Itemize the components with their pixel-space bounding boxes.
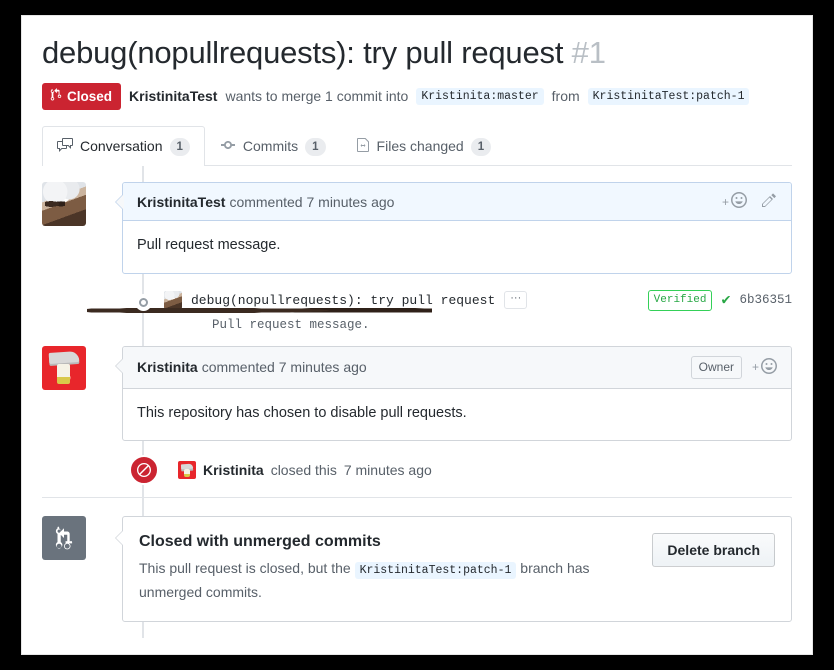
- commit-meta: Verified ✔ 6b36351: [636, 290, 792, 311]
- comment-action: commented: [201, 359, 275, 376]
- avatar[interactable]: [42, 345, 86, 390]
- pull-request-closed-icon: [50, 88, 62, 105]
- avatar-column: [42, 345, 104, 390]
- tab-conversation-label: Conversation: [80, 138, 163, 155]
- tab-files-changed-count: 1: [470, 137, 492, 156]
- git-commit-icon: [220, 137, 236, 157]
- comment-header: KristinitaTest commented 7 minutes ago +: [123, 183, 791, 222]
- plus-label: +: [721, 194, 729, 209]
- base-branch-chip[interactable]: Kristinita:master: [416, 87, 544, 105]
- tab-conversation[interactable]: Conversation 1: [42, 125, 205, 167]
- head-branch-chip[interactable]: KristinitaTest:patch-1: [587, 87, 750, 105]
- tab-files-changed-label: Files changed: [376, 138, 464, 155]
- closed-event-action: closed this: [270, 462, 337, 479]
- merge-status-row: Closed with unmerged commits This pull r…: [42, 516, 792, 638]
- commit-main: debug(nopullrequests): try pull request …: [164, 290, 792, 332]
- pr-title-text: debug(nopullrequests): try pull request: [42, 35, 564, 70]
- tab-conversation-count: 1: [169, 137, 190, 156]
- merge-branch-chip: KristinitaTest:patch-1: [354, 562, 517, 580]
- smiley-icon: [761, 357, 777, 377]
- merge-desc-before: This pull request is closed, but the: [139, 560, 351, 577]
- author-association-badge: Owner: [690, 355, 742, 379]
- timeline-comment-2: Kristinita commented 7 minutes ago Owner…: [42, 345, 792, 442]
- pr-timeline: KristinitaTest commented 7 minutes ago +: [42, 166, 792, 639]
- edit-comment-button[interactable]: [761, 192, 777, 211]
- timeline-comment-1: KristinitaTest commented 7 minutes ago +: [42, 182, 792, 275]
- pencil-icon: [761, 192, 777, 211]
- merge-status-description: This pull request is closed, but the Kri…: [139, 557, 636, 603]
- commit-body: Pull request message.: [212, 317, 370, 332]
- status-badge: Closed: [42, 83, 122, 110]
- verified-badge[interactable]: Verified: [647, 290, 713, 311]
- status-badge-label: Closed: [67, 88, 113, 104]
- merge-description-1: wants to merge 1 commit into: [225, 88, 409, 105]
- tab-commits-label: Commits: [242, 138, 299, 155]
- comment-timestamp: 7 minutes ago: [278, 359, 367, 376]
- comment-bubble: Kristinita commented 7 minutes ago Owner…: [115, 345, 792, 442]
- merge-status-text: Closed with unmerged commits This pull r…: [139, 533, 652, 603]
- browser-content-frame: debug(nopullrequests): try pull request …: [22, 16, 812, 654]
- pr-author-link[interactable]: KristinitaTest: [129, 88, 217, 104]
- timeline-closed-event: Kristinita closed this 7 minutes ago: [42, 455, 792, 486]
- smiley-icon: [731, 192, 747, 211]
- comment-body: This repository has chosen to disable pu…: [137, 404, 467, 421]
- git-pull-request-icon: [42, 516, 86, 561]
- comment-action: commented: [229, 193, 303, 210]
- comment-body: Pull request message.: [137, 237, 281, 254]
- closed-event-text: Kristinita closed this 7 minutes ago: [178, 461, 432, 480]
- circle-slash-icon: [129, 455, 159, 486]
- pr-number: #1: [571, 35, 606, 70]
- closed-by-user-link[interactable]: Kristinita: [203, 462, 264, 478]
- page-title: debug(nopullrequests): try pull request …: [42, 34, 792, 71]
- plus-label: +: [751, 360, 759, 375]
- commit-sha-link[interactable]: 6b36351: [739, 293, 792, 307]
- add-reaction-button[interactable]: +: [751, 357, 777, 377]
- merge-icon-column: [42, 516, 104, 561]
- avatar-column: [42, 182, 104, 227]
- comment-author-link[interactable]: Kristinita: [137, 359, 198, 375]
- comment-bubble: KristinitaTest commented 7 minutes ago +: [115, 182, 792, 275]
- pull-request-page: debug(nopullrequests): try pull request …: [22, 16, 812, 639]
- delete-branch-button[interactable]: Delete branch: [652, 533, 775, 568]
- check-icon: ✔: [721, 291, 731, 309]
- pr-state-line: Closed KristinitaTest wants to merge 1 c…: [42, 83, 792, 110]
- timeline-divider: [42, 497, 792, 499]
- comment-header: Kristinita commented 7 minutes ago Owner…: [123, 346, 791, 389]
- pr-tabnav: Conversation 1 Commits 1 Files changed 1: [42, 125, 792, 167]
- timeline-commit-row: debug(nopullrequests): try pull request …: [42, 290, 792, 332]
- avatar[interactable]: [42, 182, 86, 227]
- merge-description-2: from: [551, 88, 580, 105]
- comment-author-link[interactable]: KristinitaTest: [137, 194, 225, 210]
- event-avatar[interactable]: [178, 461, 196, 480]
- add-reaction-button[interactable]: +: [722, 192, 747, 211]
- tab-commits-count: 1: [305, 137, 326, 156]
- comment-timestamp: 7 minutes ago: [306, 193, 395, 210]
- comment-discussion-icon: [57, 137, 73, 157]
- tab-commits[interactable]: Commits 1: [205, 126, 341, 167]
- commit-expand-button[interactable]: ···: [504, 291, 528, 310]
- commit-author-avatar[interactable]: [164, 291, 182, 310]
- commit-headline: debug(nopullrequests): try pull request …: [164, 290, 792, 311]
- merge-status-title: Closed with unmerged commits: [139, 533, 381, 551]
- file-diff-icon: [356, 137, 370, 157]
- tab-files-changed[interactable]: Files changed 1: [341, 126, 507, 167]
- merge-status-box: Closed with unmerged commits This pull r…: [115, 516, 792, 623]
- closed-event-timestamp: 7 minutes ago: [343, 462, 432, 479]
